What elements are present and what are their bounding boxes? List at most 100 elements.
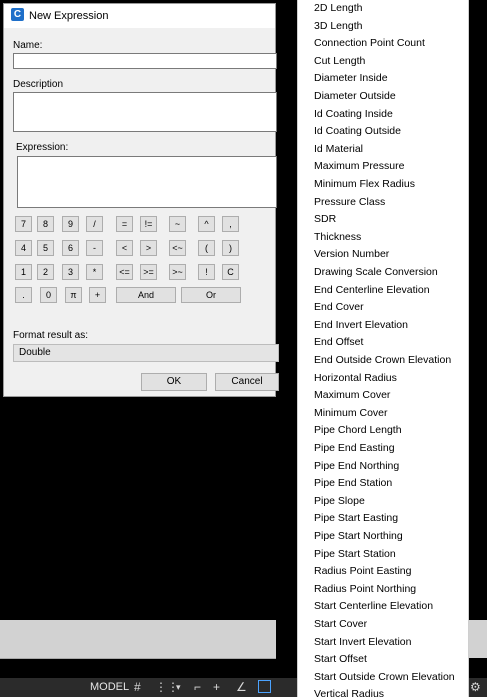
key-plus[interactable]: + <box>89 287 106 303</box>
dropdown-list-item[interactable]: Pipe Start Easting <box>314 512 398 524</box>
key-7[interactable]: 7 <box>15 216 32 232</box>
dropdown-list-item[interactable]: End Cover <box>314 301 364 313</box>
dialog-title-bar[interactable]: C New Expression <box>4 4 275 28</box>
dropdown-list-item[interactable]: Drawing Scale Conversion <box>314 266 438 278</box>
key-less-than[interactable]: < <box>116 240 133 256</box>
command-line-area-right <box>469 620 487 658</box>
key-greater-equal[interactable]: >= <box>140 264 157 280</box>
dropdown-list-item[interactable]: Start Outside Crown Elevation <box>314 671 455 683</box>
description-label: Description <box>13 79 64 90</box>
dropdown-list-item[interactable]: 3D Length <box>314 20 362 32</box>
key-3[interactable]: 3 <box>62 264 79 280</box>
key-power[interactable]: ^ <box>198 216 215 232</box>
polar-tracking-icon[interactable]: + <box>213 681 220 694</box>
civil3d-app-icon: C <box>11 8 24 21</box>
dropdown-list-item[interactable]: Pipe Start Station <box>314 548 396 560</box>
key-greater-than[interactable]: > <box>140 240 157 256</box>
key-open-paren[interactable]: ( <box>198 240 215 256</box>
dropdown-list-item[interactable]: Start Offset <box>314 653 367 665</box>
dropdown-list-item[interactable]: End Invert Elevation <box>314 319 408 331</box>
command-line-divider <box>0 658 276 659</box>
key-and[interactable]: And <box>116 287 176 303</box>
dropdown-list-item[interactable]: Pipe End Northing <box>314 460 399 472</box>
dropdown-list-item[interactable]: Thickness <box>314 231 361 243</box>
dropdown-list-item[interactable]: Id Material <box>314 143 363 155</box>
dropdown-list-item[interactable]: Start Invert Elevation <box>314 636 411 648</box>
dropdown-list-item[interactable]: End Offset <box>314 336 363 348</box>
grid-icon[interactable]: # <box>134 681 141 694</box>
dropdown-list-item[interactable]: End Outside Crown Elevation <box>314 354 451 366</box>
key-greater-approx[interactable]: >~ <box>169 264 186 280</box>
dropdown-list-item[interactable]: Pipe End Station <box>314 477 392 489</box>
key-multiply[interactable]: * <box>86 264 103 280</box>
format-result-label: Format result as: <box>13 330 89 341</box>
key-divide[interactable]: / <box>86 216 103 232</box>
dropdown-list-item[interactable]: Pipe Slope <box>314 495 365 507</box>
dropdown-list-item[interactable]: End Centerline Elevation <box>314 284 430 296</box>
key-comma[interactable]: , <box>222 216 239 232</box>
snap-dropdown-chevron-icon[interactable]: ▾ <box>176 681 181 694</box>
dropdown-list-item[interactable]: Radius Point Northing <box>314 583 416 595</box>
dropdown-list-item[interactable]: Pipe End Easting <box>314 442 395 454</box>
dropdown-list-item[interactable]: Cut Length <box>314 55 365 67</box>
key-8[interactable]: 8 <box>37 216 54 232</box>
settings-gear-icon[interactable]: ⚙ <box>470 681 481 694</box>
key-1[interactable]: 1 <box>15 264 32 280</box>
format-result-select[interactable]: Double <box>13 344 279 362</box>
ortho-icon[interactable]: ⌐ <box>194 681 201 694</box>
key-less-equal[interactable]: <= <box>116 264 133 280</box>
isodraft-icon[interactable]: ∠ <box>236 681 247 694</box>
key-equals[interactable]: = <box>116 216 133 232</box>
dropdown-list-item[interactable]: Minimum Cover <box>314 407 388 419</box>
dropdown-list-item[interactable]: 2D Length <box>314 2 362 14</box>
command-line-area <box>0 620 276 658</box>
key-6[interactable]: 6 <box>62 240 79 256</box>
name-input[interactable] <box>13 53 277 69</box>
key-minus[interactable]: - <box>86 240 103 256</box>
key-less-approx[interactable]: <~ <box>169 240 186 256</box>
expression-keypad: 7 8 9 / = != ~ ^ , 4 5 6 - < > <~ ( ) 1 … <box>15 216 275 316</box>
key-5[interactable]: 5 <box>37 240 54 256</box>
dropdown-list-item[interactable]: Maximum Pressure <box>314 160 404 172</box>
new-expression-dialog: C New Expression Name: Description Expre… <box>3 3 279 397</box>
dropdown-list-item[interactable]: Radius Point Easting <box>314 565 411 577</box>
name-label: Name: <box>13 40 43 51</box>
dropdown-list-item[interactable]: Pipe Start Northing <box>314 530 403 542</box>
dropdown-list-item[interactable]: Pressure Class <box>314 196 385 208</box>
dropdown-list-item[interactable]: Maximum Cover <box>314 389 390 401</box>
object-snap-icon[interactable] <box>258 680 271 693</box>
key-pi[interactable]: π <box>65 287 82 303</box>
dropdown-list-item[interactable]: Id Coating Outside <box>314 125 401 137</box>
key-or[interactable]: Or <box>181 287 241 303</box>
key-not[interactable]: ! <box>198 264 215 280</box>
key-4[interactable]: 4 <box>15 240 32 256</box>
dropdown-list-item[interactable]: Horizontal Radius <box>314 372 397 384</box>
dropdown-list-item[interactable]: Diameter Inside <box>314 72 388 84</box>
key-2[interactable]: 2 <box>37 264 54 280</box>
dropdown-list-item[interactable]: Connection Point Count <box>314 37 425 49</box>
cancel-button[interactable]: Cancel <box>215 373 279 391</box>
key-0[interactable]: 0 <box>40 287 57 303</box>
dropdown-list-item[interactable]: Start Cover <box>314 618 367 630</box>
dropdown-list-item[interactable]: Minimum Flex Radius <box>314 178 415 190</box>
expression-label: Expression: <box>16 142 69 153</box>
key-approx[interactable]: ~ <box>169 216 186 232</box>
property-dropdown-list[interactable]: 2D Length 3D Length Connection Point Count… <box>297 0 469 697</box>
model-space-button[interactable]: MODEL <box>90 681 129 693</box>
key-close-paren[interactable]: ) <box>222 240 239 256</box>
dropdown-list-item[interactable]: SDR <box>314 213 336 225</box>
key-decimal[interactable]: . <box>15 287 32 303</box>
key-9[interactable]: 9 <box>62 216 79 232</box>
expression-input[interactable] <box>17 156 277 208</box>
ok-button[interactable]: OK <box>141 373 207 391</box>
key-clear[interactable]: C <box>222 264 239 280</box>
dropdown-list-item[interactable]: Id Coating Inside <box>314 108 393 120</box>
dropdown-list-item[interactable]: Vertical Radius <box>314 688 384 697</box>
dropdown-list-item[interactable]: Diameter Outside <box>314 90 396 102</box>
dropdown-list-item[interactable]: Pipe Chord Length <box>314 424 402 436</box>
dialog-title: New Expression <box>29 10 109 22</box>
description-input[interactable] <box>13 92 277 132</box>
dropdown-list-item[interactable]: Version Number <box>314 248 389 260</box>
key-not-equals[interactable]: != <box>140 216 157 232</box>
dropdown-list-item[interactable]: Start Centerline Elevation <box>314 600 433 612</box>
